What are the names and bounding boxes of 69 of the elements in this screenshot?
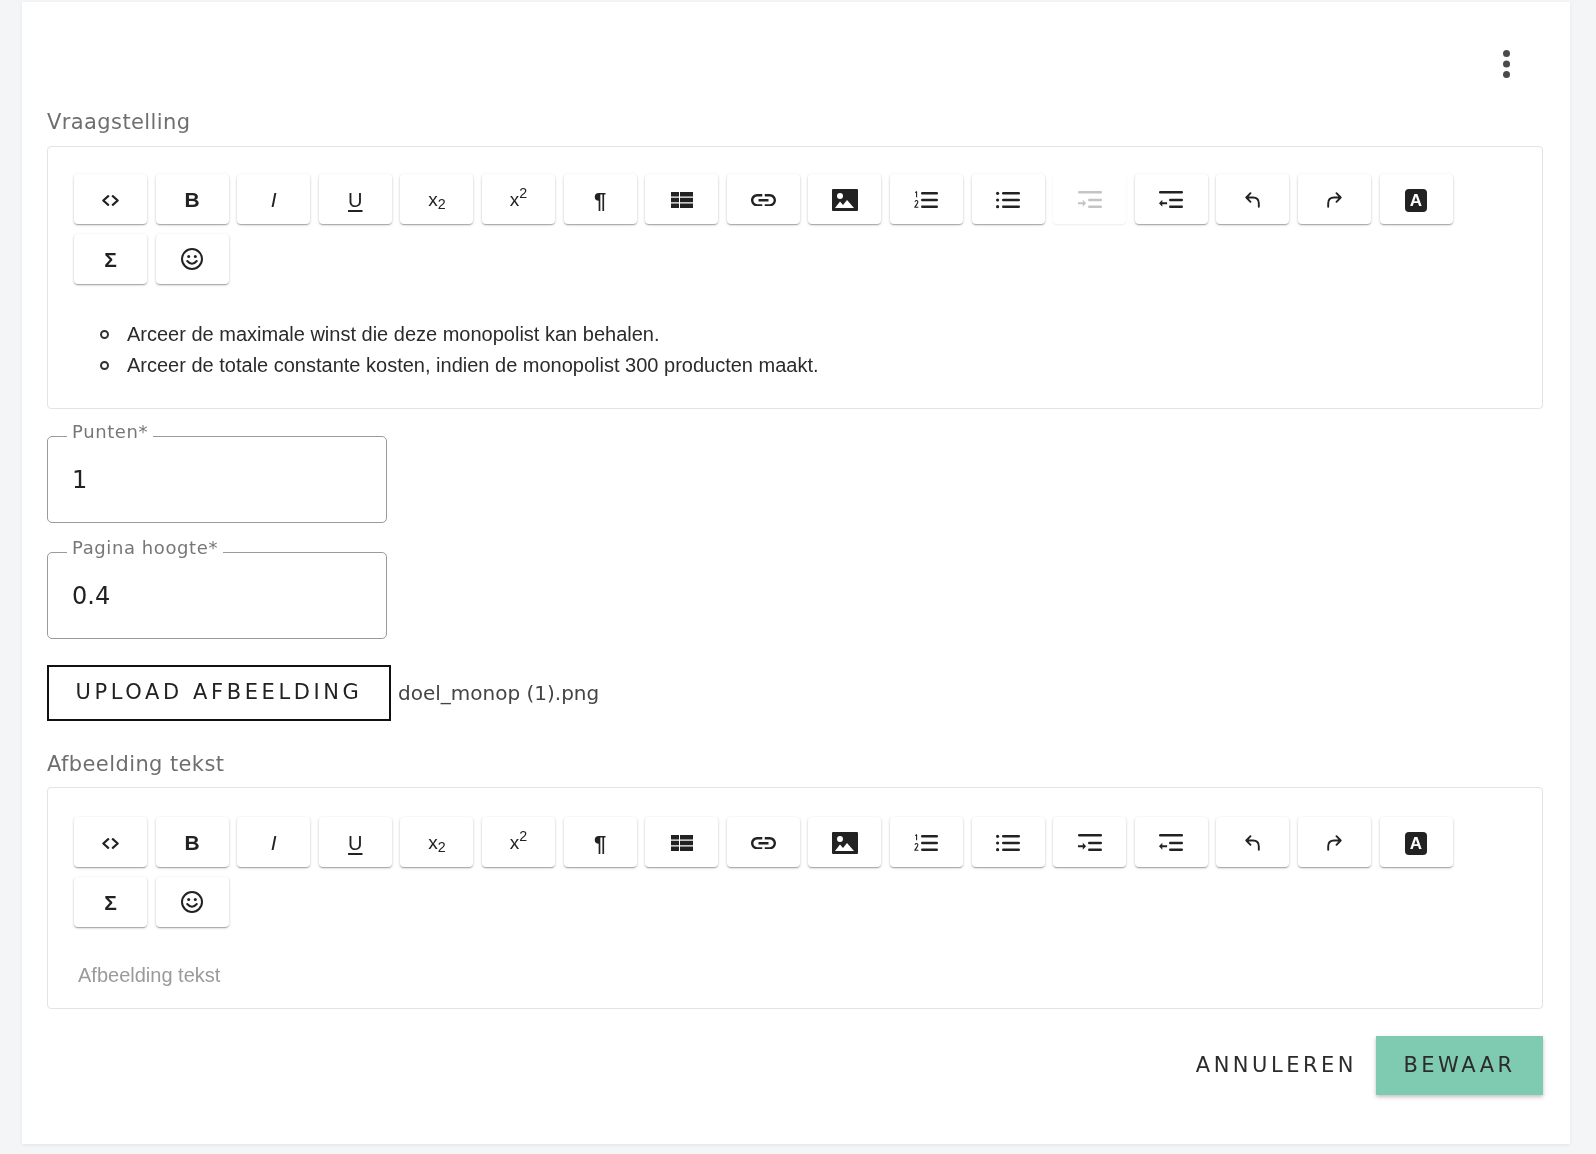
indent-icon	[1077, 834, 1102, 852]
link-button[interactable]	[726, 817, 800, 867]
code-icon	[102, 837, 119, 849]
numbered-list-icon	[914, 834, 939, 852]
image-icon	[831, 832, 858, 854]
paragraph-button[interactable]: ¶	[563, 817, 637, 867]
link-icon	[750, 836, 776, 850]
bullet-icon	[100, 330, 109, 339]
bold-button[interactable]: B	[155, 174, 229, 224]
subscript-button[interactable]: x$_{2}$	[400, 817, 474, 867]
more-icon[interactable]	[1503, 50, 1510, 78]
numbered-list-button[interactable]	[889, 817, 963, 867]
table-button[interactable]	[645, 817, 719, 867]
code-icon	[102, 194, 119, 206]
numbered-list-icon	[914, 191, 939, 209]
cancel-button[interactable]: ANNULEREN	[1179, 1036, 1373, 1095]
redo-icon	[1326, 192, 1342, 208]
smiley-icon	[181, 248, 204, 270]
emoji-button[interactable]	[155, 234, 229, 284]
link-button[interactable]	[726, 174, 800, 224]
text-editor[interactable]: B I U x$_{2}$ x$^{2}$ ¶ A Σ Arceer de maximale winst die deze monopolist kan behalen. Arceer de totale constante kosten, indien de monopolist 300 producten maakt.	[47, 146, 1543, 409]
text-color-button[interactable]: A	[1379, 174, 1453, 224]
paragraph-button[interactable]: ¶	[563, 174, 637, 224]
formula-button[interactable]: Σ	[74, 234, 147, 284]
section-label: Vraagstelling	[47, 109, 191, 136]
bullet-icon	[100, 361, 109, 370]
underline-button[interactable]: U	[318, 817, 392, 867]
italic-button[interactable]: I	[237, 174, 311, 224]
table-button[interactable]	[645, 174, 719, 224]
image-button[interactable]	[808, 817, 882, 867]
undo-icon	[1245, 835, 1261, 851]
image-icon	[831, 189, 858, 211]
link-icon	[750, 193, 776, 207]
subscript-button[interactable]: x$_{2}$	[400, 174, 474, 224]
upload-button[interactable]: UPLOAD AFBEELDING	[47, 665, 391, 721]
list-item: Arceer de totale constante kosten, indien de monopolist 300 producten maakt.	[127, 353, 819, 378]
indent-button[interactable]	[1053, 817, 1127, 867]
smiley-icon	[181, 891, 204, 913]
file-name: doel_monop (1).png	[398, 680, 600, 707]
list-item: Arceer de maximale winst die deze monopolist kan behalen.	[127, 322, 660, 347]
superscript-button[interactable]: x$^{2}$	[481, 174, 555, 224]
formula-button[interactable]: Σ	[74, 877, 147, 927]
bullet-list-icon	[996, 191, 1021, 209]
editor-text-area[interactable]: Arceer de maximale winst die deze monopolist kan behalen. Arceer de totale constante kosten, indien de monopolist 300 producten maakt.	[48, 284, 1542, 408]
italic-button[interactable]: I	[237, 817, 311, 867]
bold-button[interactable]: B	[155, 817, 229, 867]
bullet-list-button[interactable]	[971, 817, 1045, 867]
image-text-field[interactable]: Afbeelding tekst	[48, 927, 1542, 1008]
table-icon	[670, 192, 693, 208]
numbered-list-button[interactable]	[889, 174, 963, 224]
section-label: Afbeelding tekst	[47, 751, 225, 778]
emoji-button[interactable]	[155, 877, 229, 927]
field-label: Pagina hoogte*	[67, 537, 224, 559]
underline-button[interactable]: U	[318, 174, 392, 224]
table-icon	[670, 835, 693, 851]
redo-icon	[1326, 835, 1342, 851]
superscript-button[interactable]: x$^{2}$	[481, 817, 555, 867]
undo-icon	[1245, 192, 1261, 208]
bullet-list-button[interactable]	[971, 174, 1045, 224]
image-button[interactable]	[808, 174, 882, 224]
text-color-button[interactable]: A	[1379, 817, 1453, 867]
indent-icon	[1077, 191, 1102, 209]
bullet-list-icon	[996, 834, 1021, 852]
outdent-button[interactable]	[1134, 817, 1208, 867]
outdent-button[interactable]	[1134, 174, 1208, 224]
outdent-icon	[1159, 191, 1184, 209]
save-button[interactable]: BEWAAR	[1376, 1036, 1543, 1095]
outdent-icon	[1159, 834, 1184, 852]
text-editor[interactable]: B I U x$_{2}$ x$^{2}$ ¶ A Σ Afbeelding tekst	[47, 787, 1543, 1009]
